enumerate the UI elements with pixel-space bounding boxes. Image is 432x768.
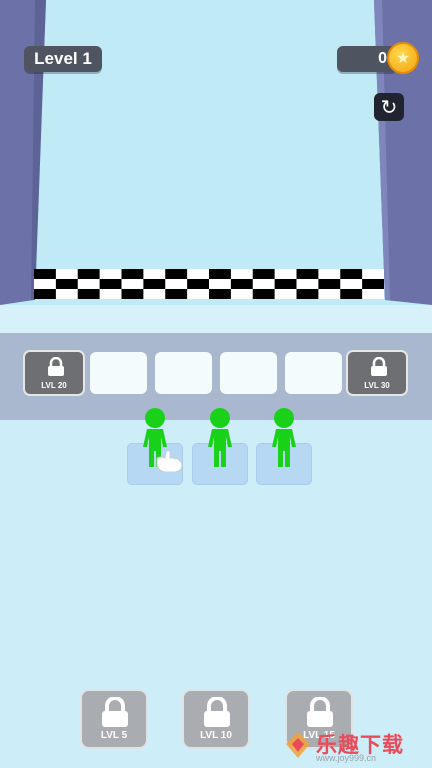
bottom-lock-2[interactable]: LVL 10 — [182, 689, 250, 749]
checker-square — [143, 279, 166, 289]
checker-square — [165, 269, 188, 279]
checker-square — [187, 279, 209, 289]
checker-square — [55, 279, 78, 289]
locked-slot-label: LVL 20 — [41, 381, 67, 390]
checker-square — [318, 279, 341, 289]
restart-icon: ↻ — [380, 96, 398, 119]
bottom-lock-1[interactable]: LVL 5 — [80, 689, 148, 749]
checker-square — [121, 289, 144, 299]
checker-square — [34, 289, 56, 299]
checker-square — [209, 269, 231, 279]
tutorial-hand-icon — [156, 450, 183, 472]
checker-square — [296, 269, 319, 279]
checker-square — [230, 279, 253, 289]
locked-slot-right[interactable]: LVL 30 — [346, 350, 408, 396]
merge-slot-3[interactable] — [220, 352, 277, 394]
checker-square — [296, 289, 319, 299]
merge-slot-4[interactable] — [285, 352, 342, 394]
level-indicator: Level 1 — [24, 46, 102, 72]
coin-icon: ★ — [387, 42, 419, 74]
checker-square — [34, 269, 56, 279]
locked-slot-label: LVL 30 — [364, 381, 390, 390]
checker-square — [340, 269, 363, 279]
merge-slot-1[interactable] — [90, 352, 147, 394]
lock-icon — [371, 357, 387, 376]
watermark: 乐趣下载 www.joy999.cn — [282, 726, 430, 766]
bottom-lock-label: LVL 10 — [200, 730, 232, 741]
watermark-logo-icon — [286, 732, 310, 758]
restart-button[interactable]: ↻ — [374, 93, 404, 121]
lock-icon — [307, 697, 333, 727]
checker-square — [209, 289, 231, 299]
finish-line — [34, 269, 384, 299]
checker-square — [274, 279, 297, 289]
checker-square — [252, 289, 275, 299]
checker-square — [362, 279, 384, 289]
checker-square — [121, 269, 144, 279]
watermark-url: www.joy999.cn — [316, 753, 377, 763]
locked-slot-left[interactable]: LVL 20 — [23, 350, 85, 396]
checker-square — [77, 289, 100, 299]
checker-square — [165, 289, 188, 299]
lock-icon — [204, 697, 230, 727]
green-stickman-unit[interactable] — [198, 407, 242, 467]
bottom-lock-label: LVL 5 — [100, 730, 128, 741]
merge-slot-2[interactable] — [155, 352, 212, 394]
lock-icon — [102, 697, 128, 727]
lock-icon — [48, 357, 64, 376]
checker-square — [99, 279, 122, 289]
green-stickman-unit[interactable] — [262, 407, 306, 467]
checker-square — [340, 289, 363, 299]
checker-square — [252, 269, 275, 279]
checker-square — [77, 269, 100, 279]
